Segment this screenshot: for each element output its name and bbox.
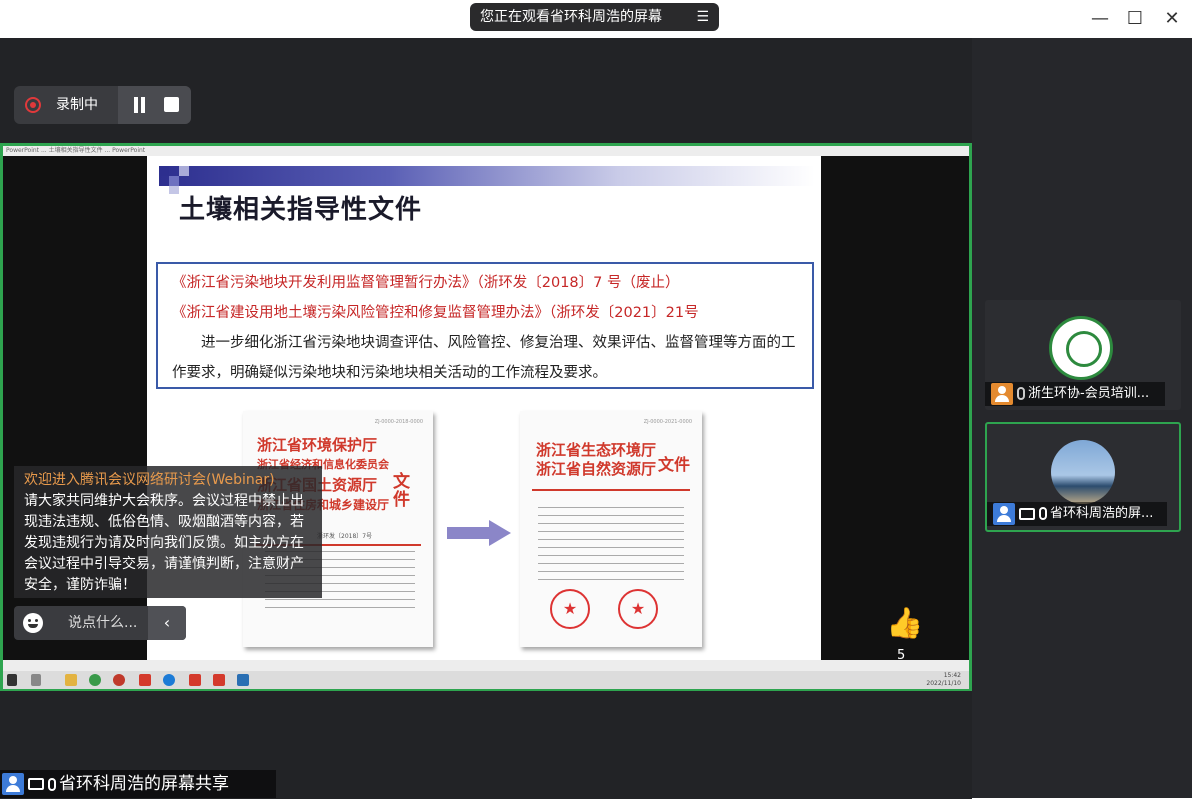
collapse-chat-button[interactable]: ‹: [148, 606, 186, 640]
photos-icon[interactable]: [237, 674, 249, 686]
slide-paragraph: 进一步细化浙江省污染地块调查评估、风险管控、修复治理、效果评估、监督管理等方面的…: [172, 335, 796, 381]
decor-square: [179, 166, 189, 176]
mic-icon: [1039, 507, 1047, 520]
participant-tile[interactable]: 省环科周浩的屏...: [985, 422, 1181, 532]
participant-name-bar: 浙生环协-会员培训...: [985, 382, 1165, 406]
like-icon[interactable]: 👍: [886, 606, 923, 642]
participant-name-bar: 省环科周浩的屏...: [987, 502, 1167, 526]
maximize-button[interactable]: ☐: [1120, 4, 1150, 34]
notice-body: 请大家共同维护大会秩序。会议过程中禁止出现违法违规、低俗色情、吸烟酗酒等内容，若…: [24, 493, 304, 593]
recording-control: 录制中: [14, 86, 191, 124]
file-explorer-icon[interactable]: [65, 674, 77, 686]
red-rule: [532, 489, 690, 491]
participant-name: 省环科周浩的屏...: [1050, 506, 1154, 521]
avatar: [1049, 316, 1113, 380]
taskbar-clock[interactable]: 15:42 2022/11/10: [926, 672, 961, 688]
regulation-2021: 《浙江省建设用地土壤污染风险管控和修复监督管理办法》（浙环发〔2021〕21号: [172, 305, 699, 321]
mic-icon: [48, 777, 56, 791]
app-icon[interactable]: [113, 674, 125, 686]
stop-recording-button[interactable]: [164, 97, 179, 112]
notice-heading: 欢迎进入腾讯会议网络研讨会(Webinar): [24, 472, 275, 488]
doc1-number: 浙环发〔2018〕7号: [317, 533, 373, 540]
bottom-bar: 省环科周浩的屏幕共享: [0, 768, 972, 799]
screen-share-title-text: 您正在观看省环科周浩的屏幕: [480, 9, 662, 25]
user-icon: [993, 502, 1015, 525]
record-icon: [25, 97, 41, 113]
user-icon: [991, 382, 1013, 405]
close-button[interactable]: ✕: [1157, 4, 1187, 34]
minimize-button[interactable]: —: [1085, 4, 1115, 34]
powerpoint-statusbar: [3, 660, 969, 671]
regulation-2018: 《浙江省污染地块开发利用监督管理暂行办法》（浙环发〔2018〕7 号（废止）: [172, 275, 680, 291]
screen-share-label: 省环科周浩的屏幕共享: [0, 770, 276, 798]
doc2-body: [538, 507, 684, 587]
slide-title: 土壤相关指导性文件: [179, 195, 423, 225]
start-icon[interactable]: [7, 674, 17, 686]
official-seal-icon: ★: [618, 589, 658, 629]
screen-share-owner: 省环科周浩的屏幕共享: [59, 774, 229, 794]
recording-actions: [118, 86, 191, 124]
window-edge: [1192, 0, 1200, 799]
screen-share-icon: [1019, 507, 1035, 520]
participant-panel: [972, 38, 1192, 798]
windows-taskbar: 15:42 2022/11/10: [3, 671, 969, 689]
pause-recording-button[interactable]: [132, 97, 146, 113]
chrome-icon[interactable]: [89, 674, 101, 686]
doc2-suffix: 文件: [658, 455, 691, 474]
user-icon: [2, 773, 24, 795]
doc-number: ZJ-0000-2018-0000: [374, 419, 423, 425]
mic-muted-icon: [1017, 387, 1025, 400]
participant-name: 浙生环协-会员培训...: [1028, 386, 1150, 401]
chat-bar: 说点什么... ‹: [14, 606, 186, 640]
chat-input[interactable]: 说点什么...: [68, 606, 137, 640]
page-number: 5: [897, 648, 906, 663]
emoji-icon[interactable]: [23, 613, 43, 633]
search-icon[interactable]: [31, 674, 41, 686]
wps-icon[interactable]: [139, 674, 151, 686]
document-image-2021: ZJ-0000-2021-0000 浙江省生态环境厅 浙江省自然资源厅 文件 ★…: [520, 411, 702, 647]
decor-square: [169, 186, 179, 194]
menu-icon[interactable]: ☰: [696, 3, 709, 31]
edge-icon[interactable]: [163, 674, 175, 686]
arrow-icon: [447, 520, 511, 546]
slide-header-bar: [159, 166, 815, 186]
slide-textbox: 《浙江省污染地块开发利用监督管理暂行办法》（浙环发〔2018〕7 号（废止） 《…: [156, 262, 814, 389]
screen-share-icon: [28, 778, 44, 790]
doc2-header: 浙江省生态环境厅 浙江省自然资源厅: [536, 441, 657, 478]
participant-tile[interactable]: 浙生环协-会员培训...: [985, 300, 1181, 410]
screen-share-title[interactable]: 您正在观看省环科周浩的屏幕 ☰: [470, 3, 719, 31]
wps-icon[interactable]: [213, 674, 225, 686]
doc-number: ZJ-0000-2021-0000: [643, 419, 692, 425]
decor-square: [159, 166, 169, 176]
powerpoint-titlebar: PowerPoint ... 土壤相关指导性文件 ... PowerPoint: [3, 146, 969, 156]
recording-label: 录制中: [56, 97, 98, 113]
wps-icon[interactable]: [189, 674, 201, 686]
avatar: [1051, 440, 1115, 504]
webinar-notice: 欢迎进入腾讯会议网络研讨会(Webinar) 请大家共同维护大会秩序。会议过程中…: [14, 466, 322, 598]
doc1-suffix: 文件: [393, 472, 410, 510]
decor-square: [169, 176, 179, 186]
official-seal-icon: ★: [550, 589, 590, 629]
